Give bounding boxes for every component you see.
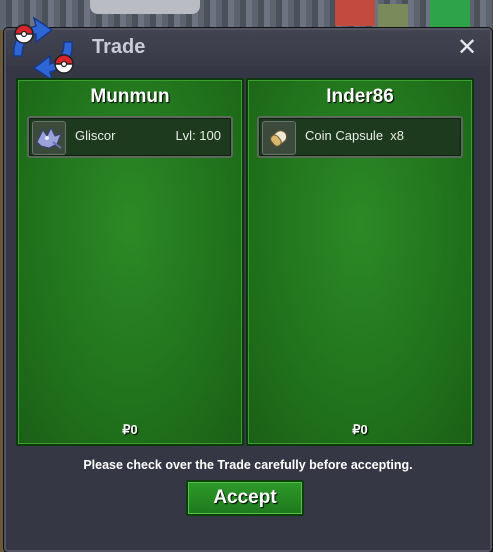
right-item-name: Coin Capsule x8 xyxy=(305,128,404,143)
coin-capsule-icon xyxy=(262,121,296,155)
left-item-slot[interactable]: Gliscor Lvl: 100 xyxy=(27,116,233,158)
left-item-name: Gliscor xyxy=(75,128,116,143)
right-item-slot[interactable]: Coin Capsule x8 xyxy=(257,116,463,158)
window-title: Trade xyxy=(92,36,146,58)
left-item-level: Lvl: 100 xyxy=(175,128,221,143)
left-trade-panel: Munmun Gliscor Lvl: 100 ₽0 xyxy=(16,78,244,446)
trade-notice-text: Please check over the Trade carefully be… xyxy=(83,458,413,472)
right-player-name: Inder86 xyxy=(326,86,394,107)
trade-swap-pokeball-icon xyxy=(13,16,74,82)
left-player-name: Munmun xyxy=(90,86,170,107)
accept-button[interactable]: Accept xyxy=(186,480,304,516)
gliscor-sprite-icon xyxy=(32,121,66,155)
left-money-offer: ₽0 xyxy=(122,422,138,437)
right-money-offer: ₽0 xyxy=(352,422,368,437)
trade-window: Trade ✕ Munmun Gliscor Lvl: 100 ₽0 Inder… xyxy=(4,16,492,552)
right-trade-panel: Inder86 Coin Capsule x8 ₽0 xyxy=(246,78,474,446)
close-icon[interactable]: ✕ xyxy=(456,35,478,59)
